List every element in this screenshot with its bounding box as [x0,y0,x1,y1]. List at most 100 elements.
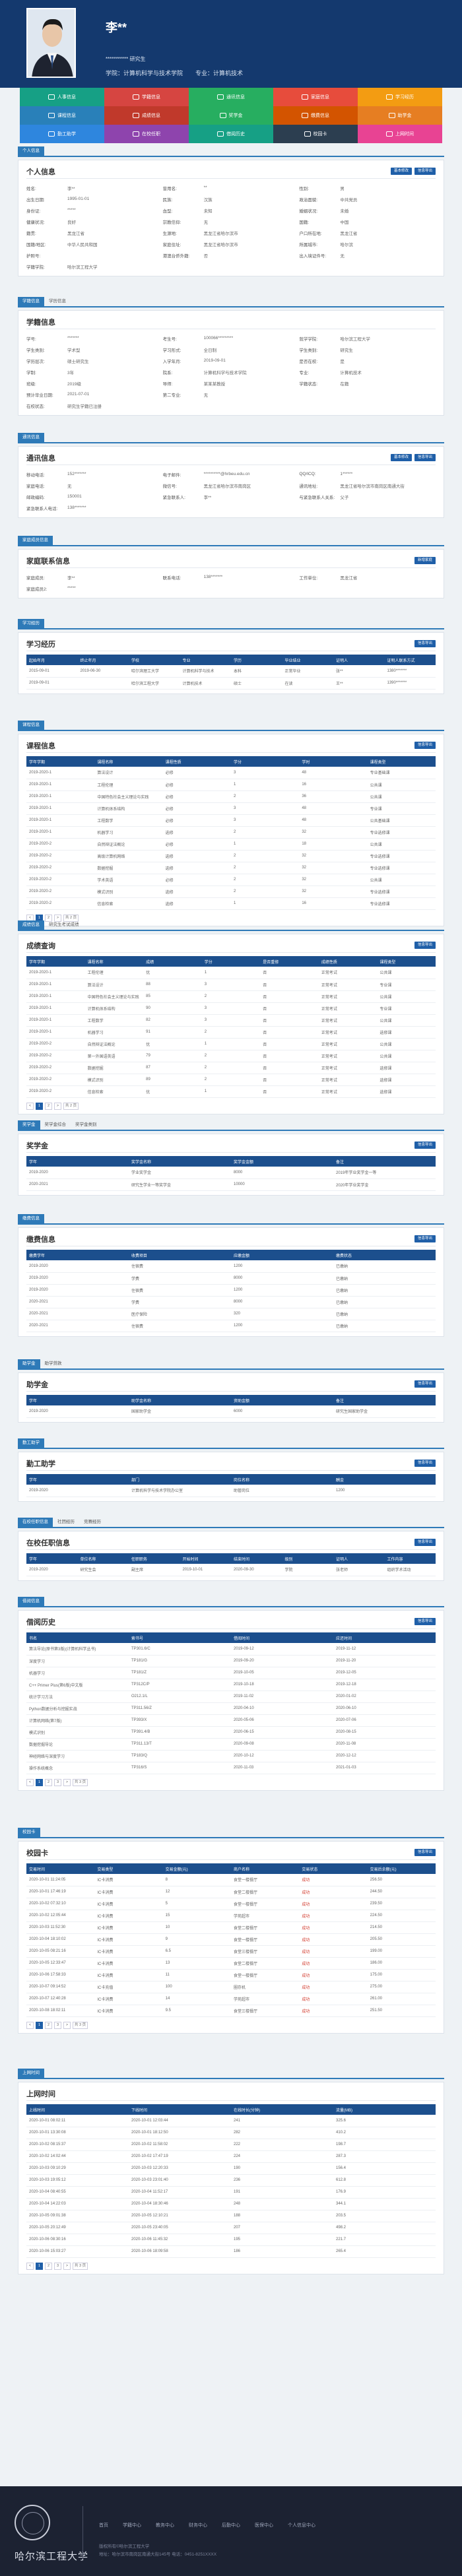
page-button[interactable]: 共 3 页 [73,1778,88,1786]
section-tab[interactable]: 奖学金类别 [71,1120,102,1130]
table-row[interactable]: 2020-10-05 12:33:47 IC卡消费 13 食堂二楼餐厅 成功 186.00 [26,1957,436,1970]
action-button[interactable]: 信息导出 [414,1142,436,1149]
section-tab[interactable]: 成绩信息 [18,920,44,930]
page-button[interactable]: 3 [54,1778,61,1786]
table-row[interactable]: 2019-2020 计算机科学与技术学院办公室 助管岗位 1200 [26,1485,436,1497]
page-button[interactable]: 1 [36,1778,43,1786]
table-row[interactable]: 统计学习方法 O212.1/L 2019-11-02 2020-01-02 [26,1690,436,1703]
table-row[interactable]: 2020-10-04 14:22:03 2020-10-04 18:30:46 24… [26,2198,436,2210]
action-button[interactable]: 信息导出 [414,742,436,749]
table-row[interactable]: 2019-2020-2 信息检索优 1 否正常考试 选修课 [26,1085,436,1098]
table-row[interactable]: 2020-2021 学费 8000 已缴纳 [26,1296,436,1308]
section-tab[interactable]: 校园卡 [18,1828,40,1837]
table-row[interactable]: 2020-10-08 18:02:11 IC卡消费 9.5 食堂三楼餐厅 成功 251.5… [26,2005,436,2017]
section-tab[interactable]: 学籍信息 [18,297,44,306]
table-row[interactable]: 神经网络与深度学习 TP183/Q 2020-10-12 2020-12-12 [26,1750,436,1762]
table-row[interactable]: 2020-10-07 09:14:52 IC卡充值 100 圈存机 成功 275.00 [26,1981,436,1993]
footer-link[interactable]: 财务中心 [189,2522,207,2528]
table-row[interactable]: 2019-2020 学业奖学金 8000 2019年学业奖学金一等 [26,1167,436,1179]
table-row[interactable]: 2020-10-06 17:58:33 IC卡消费 11 食堂一楼餐厅 成功 175.00 [26,1969,436,1981]
table-row[interactable]: 2019-2020-2 数据挖掘 87 2 否正常考试 选修课 [26,1062,436,1074]
table-row[interactable]: 2015-09-01 2019-06-30 哈尔滨理工大学 计算机科学与技术 本科 正常毕… [26,665,436,678]
page-button[interactable]: > [63,2262,71,2270]
table-row[interactable]: 2020-2021 医疗保险 320 已缴纳 [26,1308,436,1320]
action-button[interactable]: 信息导出 [414,1618,436,1625]
table-row[interactable]: 2020-2021 住宿费 1200 已缴纳 [26,1320,436,1332]
table-row[interactable]: 2019-2020-1 中国特色社会主义理论与实践 85 2 否正常考试 公共课 [26,990,436,1003]
table-row[interactable]: 2019-2020-2 自然辩证法概论优 1 否正常考试 公共课 [26,1038,436,1050]
quick-tile[interactable]: 课程信息 [20,106,104,125]
section-tab[interactable]: 助学金 [18,1359,40,1368]
section-tab[interactable]: 勤工助学 [18,1438,44,1448]
footer-link[interactable]: 首页 [99,2522,108,2528]
section-tab[interactable]: 个人信息 [18,146,44,156]
footer-link[interactable]: 医保中心 [255,2522,273,2528]
quick-tile[interactable]: 借阅历史 [189,125,273,143]
table-row[interactable]: 2019-2020 国家助学金 6000 研究生国家助学金 [26,1405,436,1418]
page-button[interactable]: < [26,2262,34,2270]
action-button[interactable]: 信息导出 [414,1460,436,1467]
page-button[interactable]: < [26,1102,34,1110]
page-button[interactable]: < [26,2021,34,2029]
page-button[interactable]: 3 [54,2262,61,2270]
table-row[interactable]: 2020-10-01 17:46:19 IC卡消费 12 食堂二楼餐厅 成功 244.50 [26,1886,436,1898]
table-row[interactable]: 2019-2020-1 工程数学 必修 3 48 公共基础课 [26,814,436,827]
table-row[interactable]: 2019-2020 住宿费 1200 已缴纳 [26,1260,436,1273]
table-row[interactable]: 2020-10-07 12:40:28 IC卡消费 14 学苑超市 成功 261.00 [26,1993,436,2005]
table-row[interactable]: 2019-2020-2 高级计算机网络 选修 2 32 专业选修课 [26,850,436,862]
footer-link[interactable]: 个人信息中心 [288,2522,315,2528]
quick-tile[interactable]: 通讯信息 [189,88,273,106]
table-row[interactable]: 2020-10-02 14:02:44 2020-10-02 17:47:19 22… [26,2150,436,2163]
quick-tile[interactable]: 缴费信息 [273,106,358,125]
table-row[interactable]: 模式识别 TP391.4/B 2020-06-15 2020-08-15 [26,1726,436,1739]
page-button[interactable]: 2 [45,1102,52,1110]
action-button[interactable]: 信息导出 [414,1235,436,1242]
table-row[interactable]: 2019-2020 住宿费 1200 已缴纳 [26,1284,436,1297]
table-row[interactable]: 2020-10-05 08:21:16 IC卡消费 6.5 食堂三楼餐厅 成功 199.0… [26,1945,436,1958]
page-button[interactable]: > [63,1778,71,1786]
table-row[interactable]: 2019-09-01 哈尔滨工程大学 计算机技术 硕士 在读 王** 1390******* [26,677,436,690]
section-tab[interactable]: 助学贷款 [40,1359,67,1368]
table-row[interactable]: 2020-10-03 11:52:30 IC卡消费 10 食堂二楼餐厅 成功 214.50 [26,1921,436,1934]
table-row[interactable]: 2020-10-03 09:10:29 2020-10-03 12:20:33 19… [26,2162,436,2175]
section-tab[interactable]: 社团经历 [53,1518,79,1527]
table-row[interactable]: 2019-2020-1 工程数学 82 3 否正常考试 公共课 [26,1014,436,1027]
table-row[interactable]: 2020-10-06 08:30:16 2020-10-06 11:45:32 19… [26,2234,436,2246]
footer-link[interactable]: 后勤中心 [222,2522,240,2528]
quick-tile[interactable]: 在校任职 [104,125,189,143]
table-row[interactable]: 2019-2020-2 数据挖掘 选修 2 32 专业选修课 [26,862,436,874]
table-row[interactable]: 2020-10-05 20:12:49 2020-10-05 23:40:05 20… [26,2222,436,2234]
section-tab[interactable]: 奖学金 [18,1120,40,1130]
page-button[interactable]: 共 3 页 [73,2021,88,2029]
section-tab[interactable]: 缴费信息 [18,1214,44,1223]
quick-tile[interactable]: 成绩信息 [104,106,189,125]
action-button[interactable]: 信息导出 [414,942,436,949]
table-row[interactable]: 2020-10-05 09:01:38 2020-10-05 12:10:21 18… [26,2210,436,2222]
action-button[interactable]: 信息导出 [414,454,436,461]
page-button[interactable]: 共 3 页 [73,2262,88,2270]
table-row[interactable]: 2019-2020-2 自然辩证法概论 必修 1 18 公共课 [26,838,436,851]
action-button[interactable]: 信息导出 [414,1539,436,1546]
page-button[interactable]: 2 [45,2021,52,2029]
quick-tile[interactable]: 奖学金 [189,106,273,125]
quick-tile[interactable]: 学习经历 [358,88,442,106]
table-row[interactable]: 2019-2020-2 模式识别 选修 2 32 专业选修课 [26,886,436,898]
table-row[interactable]: 2019-2020 学费 8000 已缴纳 [26,1272,436,1285]
action-button[interactable]: 基本修改 [390,454,412,461]
table-row[interactable]: 操作系统概念 TP316/S 2020-11-03 2021-01-03 [26,1762,436,1774]
table-row[interactable]: 2019-2020-1 算法设计 必修 3 48 专业基础课 [26,767,436,779]
quick-tile[interactable]: 勤工助学 [20,125,104,143]
action-button[interactable]: 信息导出 [414,1849,436,1856]
table-row[interactable]: 2020-10-02 08:15:37 2020-10-02 11:58:02 22… [26,2139,436,2151]
quick-tile[interactable]: 学籍信息 [104,88,189,106]
section-tab[interactable]: 家庭成员信息 [18,536,53,545]
table-row[interactable]: 2019-2020-1 算法设计 88 3 否正常考试 专业课 [26,979,436,991]
table-row[interactable]: 2019-2020-1 工程伦理优 1 否正常考试 公共课 [26,967,436,979]
table-row[interactable]: 2019-2020-2 信息检索 选修 1 16 专业选修课 [26,897,436,910]
quick-tile[interactable]: 助学金 [358,106,442,125]
table-row[interactable]: Python数据分析与挖掘实战 TP311.56/Z 2020-04-10 2020-… [26,1702,436,1715]
section-tab[interactable]: 学历信息 [44,297,71,306]
table-row[interactable]: 2020-2021 研究生学业一等奖学金 10000 2020年学业奖学金 [26,1178,436,1191]
section-tab[interactable]: 学习经历 [18,619,44,628]
quick-tile[interactable]: 人事信息 [20,88,104,106]
